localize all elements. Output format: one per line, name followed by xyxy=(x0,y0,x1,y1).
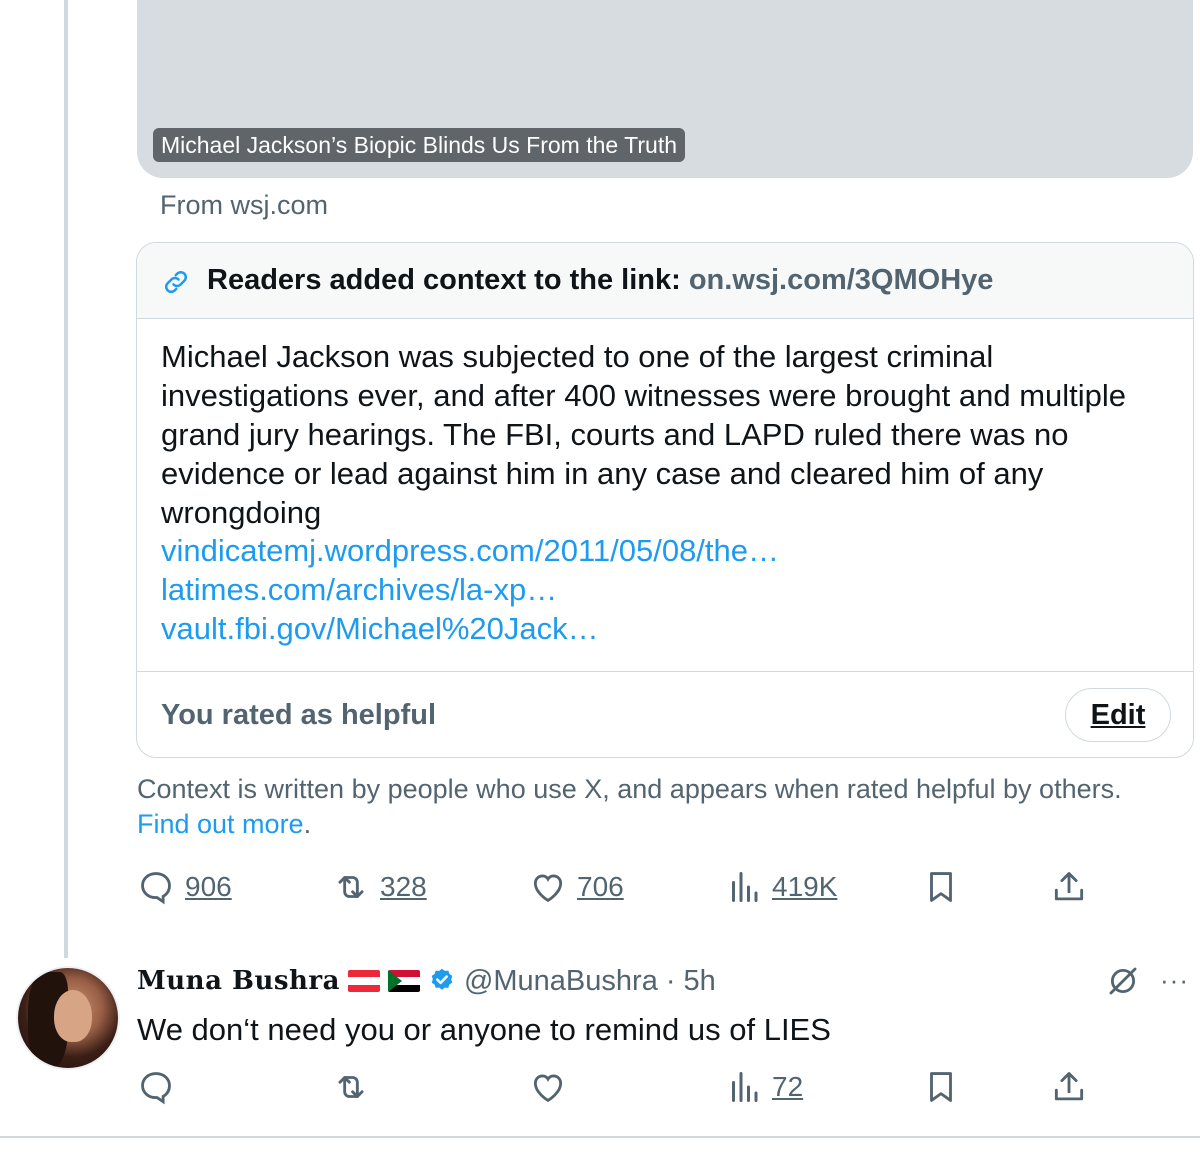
repost-icon xyxy=(338,1076,364,1098)
reply-timestamp[interactable]: 5h xyxy=(684,965,716,998)
link-card-title[interactable]: Michael Jackson’s Biopic Blinds Us From … xyxy=(153,128,685,162)
bookmark-icon xyxy=(930,872,952,902)
source-link[interactable]: vault.fbi.gov/Michael%20Jack… xyxy=(161,609,779,648)
community-note: Readers added context to the link: on.ws… xyxy=(136,242,1194,758)
community-note-title: Readers added context to the link: on.ws… xyxy=(207,261,993,299)
reply-text: We don‘t need you or anyone to remind us… xyxy=(137,1012,831,1047)
community-note-body: Michael Jackson was subjected to one of … xyxy=(161,339,1127,530)
reply-count[interactable]: 906 xyxy=(185,871,232,903)
like-action[interactable]: 706 xyxy=(529,868,624,906)
repost-action[interactable] xyxy=(332,1068,370,1106)
views-count[interactable]: 419K xyxy=(772,871,837,903)
views-action[interactable]: 72 xyxy=(726,1068,803,1106)
views-icon xyxy=(732,1072,758,1102)
sudan-flag-icon xyxy=(387,970,420,992)
disclaimer-suffix: . xyxy=(303,809,312,839)
rating-status: You rated as helpful xyxy=(161,699,437,731)
reply-header: Muna Bushra @MunaBushra · 5h xyxy=(137,962,716,1000)
source-link[interactable]: vindicatemj.wordpress.com/2011/05/08/the… xyxy=(161,531,779,570)
reply-separator: · xyxy=(665,964,676,997)
views-icon xyxy=(732,872,758,902)
find-out-more-link[interactable]: Find out more xyxy=(137,809,304,839)
views-action[interactable]: 419K xyxy=(726,868,837,906)
grok-icon[interactable] xyxy=(1106,964,1140,998)
views-count[interactable]: 72 xyxy=(772,1071,803,1103)
bookmark-action[interactable] xyxy=(922,868,960,906)
community-note-header: Readers added context to the link: on.ws… xyxy=(137,243,1193,319)
community-note-label: Readers added context to the link: xyxy=(207,264,689,296)
repost-icon xyxy=(338,876,364,898)
link-card-source[interactable]: From wsj.com xyxy=(160,188,328,222)
share-action[interactable] xyxy=(1050,868,1088,906)
reply-display-name[interactable]: Muna Bushra xyxy=(137,966,340,996)
divider xyxy=(0,1136,1200,1138)
edit-rating-button[interactable]: Edit xyxy=(1065,688,1171,742)
more-icon[interactable]: ··· xyxy=(1160,967,1189,993)
community-note-disclaimer: Context is written by people who use X, … xyxy=(137,772,1137,842)
source-link[interactable]: latimes.com/archives/la-xp… xyxy=(161,570,779,609)
repost-count[interactable]: 328 xyxy=(380,871,427,903)
community-note-footer: You rated as helpful Edit xyxy=(137,671,1193,757)
reply-action[interactable] xyxy=(137,1068,175,1106)
share-icon xyxy=(1054,872,1084,901)
link-icon xyxy=(164,270,188,294)
verified-badge-icon[interactable] xyxy=(428,967,456,995)
austria-flag-icon xyxy=(347,970,380,992)
community-note-sources: vindicatemj.wordpress.com/2011/05/08/the… xyxy=(161,531,779,648)
reply-icon xyxy=(141,1072,171,1105)
community-note-link[interactable]: on.wsj.com/3QMOHye xyxy=(689,264,994,296)
like-icon xyxy=(533,1074,563,1103)
disclaimer-text: Context is written by people who use X, … xyxy=(137,774,1122,804)
bookmark-icon xyxy=(930,1072,952,1102)
share-action[interactable] xyxy=(1050,1068,1088,1106)
reply-action[interactable]: 906 xyxy=(137,868,232,906)
avatar-face xyxy=(54,990,92,1042)
share-icon xyxy=(1054,1072,1084,1101)
reply-handle[interactable]: @MunaBushra xyxy=(464,965,658,998)
thread-line xyxy=(64,0,68,958)
bookmark-action[interactable] xyxy=(922,1068,960,1106)
like-icon xyxy=(533,874,563,903)
reply-icon xyxy=(141,872,171,905)
like-count[interactable]: 706 xyxy=(577,871,624,903)
avatar[interactable] xyxy=(16,966,120,1070)
repost-action[interactable]: 328 xyxy=(332,868,427,906)
like-action[interactable] xyxy=(529,1068,567,1106)
